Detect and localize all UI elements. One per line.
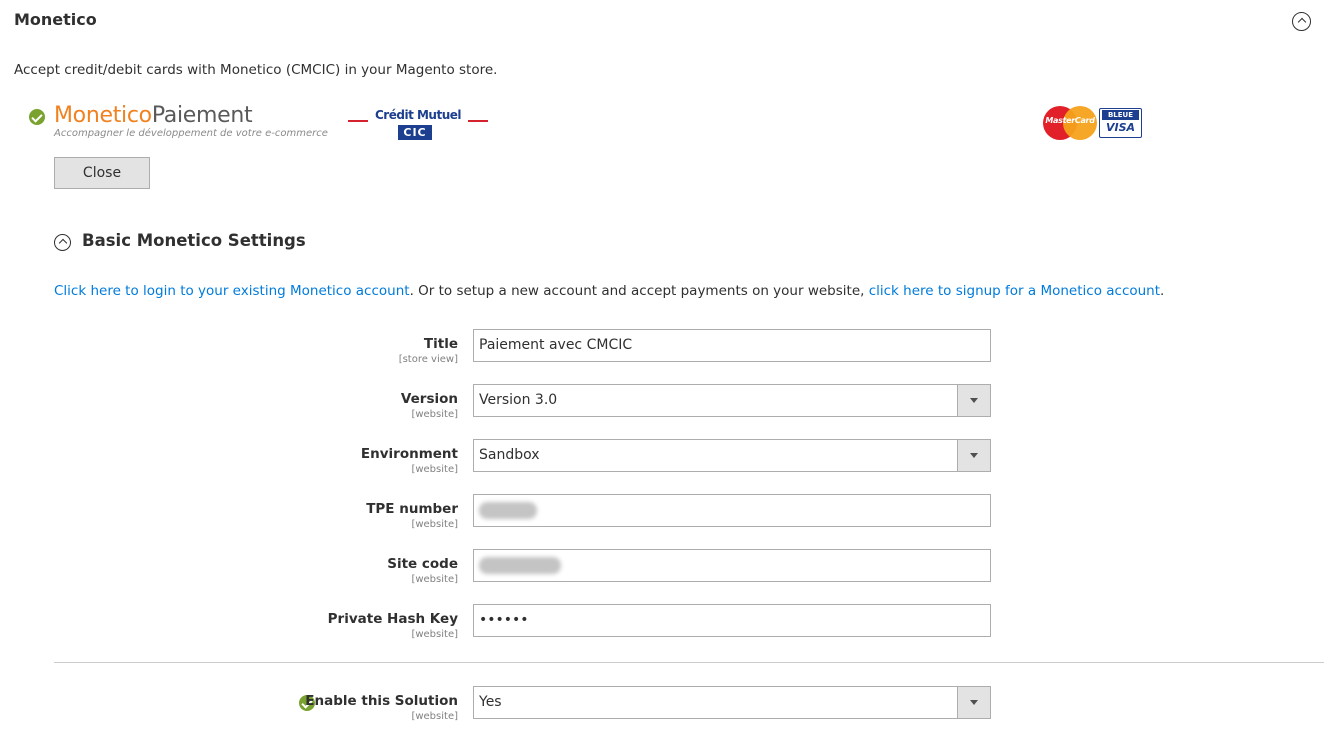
visa-bottom-text: VISA	[1105, 121, 1136, 134]
site-code-label: Site code	[387, 556, 458, 572]
title-input[interactable]: Paiement avec CMCIC	[473, 329, 991, 362]
enable-row: Enable this Solution [website] Yes	[0, 686, 1336, 722]
environment-row: Environment [website] Sandbox	[0, 439, 1336, 475]
environment-select[interactable]: Sandbox	[473, 439, 991, 472]
intro-text: Accept credit/debit cards with Monetico …	[14, 62, 498, 78]
credit-mutuel-text: Crédit Mutuel	[375, 108, 462, 122]
tpe-input[interactable]	[473, 494, 991, 527]
login-link[interactable]: Click here to login to your existing Mon…	[54, 283, 410, 299]
mastercard-text: MasterCard	[1045, 116, 1095, 125]
mastercard-logo: MasterCard	[1043, 106, 1097, 140]
version-label: Version	[400, 391, 458, 407]
environment-value: Sandbox	[479, 447, 540, 463]
chevron-up-icon	[1297, 18, 1306, 27]
monetico-logo: MoneticoPaiement Accompagner le développ…	[54, 101, 334, 139]
links-middle-text: . Or to setup a new account and accept p…	[409, 283, 869, 299]
title-scope: [store view]	[398, 354, 458, 365]
account-links-text: Click here to login to your existing Mon…	[54, 283, 1164, 299]
redacted-value	[479, 557, 561, 574]
monetico-logo-part2: Paiement	[151, 103, 253, 128]
enable-label: Enable this Solution	[305, 693, 458, 709]
section-title: Monetico	[14, 10, 97, 29]
check-icon	[29, 109, 45, 125]
dropdown-arrow-icon[interactable]	[957, 687, 990, 718]
visa-logo: BLEUE VISA	[1099, 108, 1142, 138]
dropdown-arrow-icon[interactable]	[957, 440, 990, 471]
divider	[54, 662, 1324, 663]
environment-scope: [website]	[411, 464, 458, 475]
credit-mutuel-logo: Crédit Mutuel CIC	[348, 108, 488, 144]
links-end-text: .	[1160, 283, 1165, 299]
basic-settings-collapse-button[interactable]	[54, 234, 71, 251]
title-row: Title [store view] Paiement avec CMCIC	[0, 329, 1336, 365]
hash-key-label: Private Hash Key	[327, 611, 458, 627]
monetico-logo-part1: Monetico	[54, 103, 152, 128]
site-code-scope: [website]	[411, 574, 458, 585]
version-row: Version [website] Version 3.0	[0, 384, 1336, 420]
cic-badge: CIC	[398, 125, 432, 140]
basic-settings-title[interactable]: Basic Monetico Settings	[82, 231, 306, 250]
version-select[interactable]: Version 3.0	[473, 384, 991, 417]
enable-value: Yes	[479, 694, 502, 710]
title-label: Title	[423, 336, 458, 352]
tpe-row: TPE number [website]	[0, 494, 1336, 530]
hash-key-scope: [website]	[411, 629, 458, 640]
collapse-section-button[interactable]	[1292, 12, 1311, 31]
version-value: Version 3.0	[479, 392, 558, 408]
tpe-label: TPE number	[366, 501, 458, 517]
close-button[interactable]: Close	[54, 157, 150, 189]
hash-key-input[interactable]: ••••••	[473, 604, 991, 637]
enable-select[interactable]: Yes	[473, 686, 991, 719]
version-scope: [website]	[411, 409, 458, 420]
chevron-up-icon	[58, 239, 67, 248]
dropdown-arrow-icon[interactable]	[957, 385, 990, 416]
enable-scope: [website]	[411, 711, 458, 722]
tpe-scope: [website]	[411, 519, 458, 530]
site-code-input[interactable]	[473, 549, 991, 582]
monetico-tagline: Accompagner le développement de votre e-…	[54, 128, 328, 139]
signup-link[interactable]: click here to signup for a Monetico acco…	[869, 283, 1160, 299]
visa-top-text: BLEUE	[1102, 110, 1139, 120]
hash-key-row: Private Hash Key [website] ••••••	[0, 604, 1336, 640]
redacted-value	[479, 502, 537, 519]
environment-label: Environment	[360, 446, 458, 462]
site-code-row: Site code [website]	[0, 549, 1336, 585]
